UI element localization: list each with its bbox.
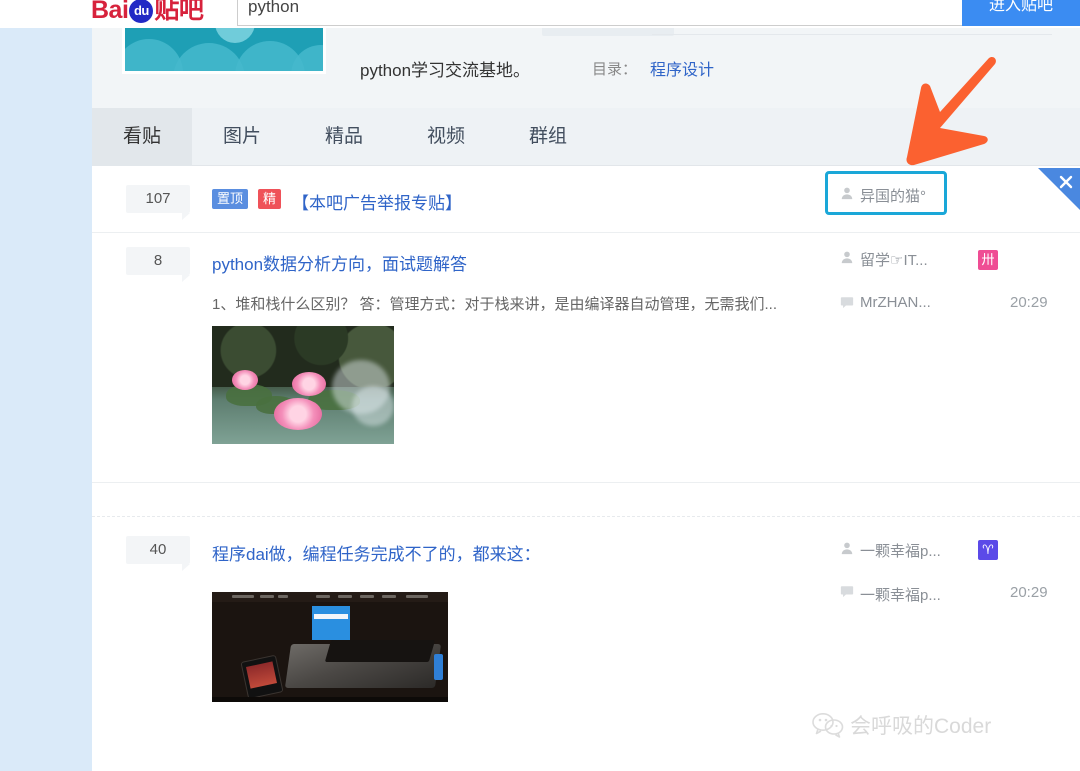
comment-icon [840,586,854,598]
tab-tupian[interactable]: 图片 [192,108,292,166]
row-divider [92,232,1080,233]
reply-count: 107 [126,185,190,220]
thread-time: 20:29 [1010,294,1048,311]
watermark-text: 会呼吸的Coder [850,715,992,738]
user-icon [841,187,853,200]
user-icon [841,542,853,555]
badge-essence: 精 [258,189,282,209]
thread-title[interactable]: 程序dai做，编程任务完成不了的，都来这： [212,540,541,565]
last-replier[interactable]: 一颗幸福p... [860,584,941,605]
baidu-tieba-logo[interactable]: Bai du 贴吧 [91,0,204,24]
forum-description: python学习交流基地。 [360,61,531,80]
thread-title[interactable]: 【本吧广告举报专贴】 [292,189,462,214]
logo-bai: Bai [91,0,129,24]
thread-thumbnail[interactable] [212,326,394,444]
tab-kantie[interactable]: 看贴 [92,108,192,166]
left-gutter [0,28,92,771]
comment-icon [840,297,854,309]
tab-jingpin[interactable]: 精品 [294,108,394,166]
row-divider-dotted [92,516,1080,517]
forum-category-link[interactable]: 程序设计 [650,56,714,80]
logo-du: du [129,0,154,23]
zodiac-badge: 卅 [978,250,998,270]
enter-tieba-button[interactable]: 进入贴吧 [962,0,1080,26]
tab-qunzu[interactable]: 群组 [498,108,598,166]
thread-author[interactable]: 异国的猫° [860,185,926,206]
logo-tieba: 贴吧 [154,0,204,24]
forum-category-label: 目录： [592,61,638,78]
user-icon [841,251,853,264]
search-input[interactable]: python [237,0,979,26]
thread-excerpt: 1、堆和栈什么区别？ 答：管理方式：对于栈来讲，是由编译器自动管理，无需我们..… [212,296,778,313]
reply-count: 8 [126,247,190,282]
zodiac-badge: ♈ [978,540,998,560]
page-root: Bai du 贴吧 python 进入贴吧 python学习交流基地。 目录： 程序… [0,0,1080,771]
forum-header-divider [652,34,1052,35]
thread-author[interactable]: 留学☞IT... [860,249,928,270]
tab-shipin[interactable]: 视频 [396,108,496,166]
thread-list: 107 置顶 精 【本吧广告举报专贴】 异国的猫° 8 python数据分析方向… [92,166,1080,771]
row-divider [92,482,1080,483]
thread-author[interactable]: 一颗幸福p... [860,540,941,561]
annotation-arrow-icon [906,56,996,166]
wechat-icon [812,713,844,738]
badge-pinned: 置顶 [212,189,249,209]
top-bar: Bai du 贴吧 python 进入贴吧 [0,0,1080,28]
thread-time: 20:29 [1010,584,1048,601]
thread-thumbnail[interactable] [212,592,448,702]
last-replier[interactable]: MrZHAN... [860,294,931,311]
thread-title[interactable]: python数据分析方向，面试题解答 [212,250,467,275]
reply-count: 40 [126,536,190,571]
